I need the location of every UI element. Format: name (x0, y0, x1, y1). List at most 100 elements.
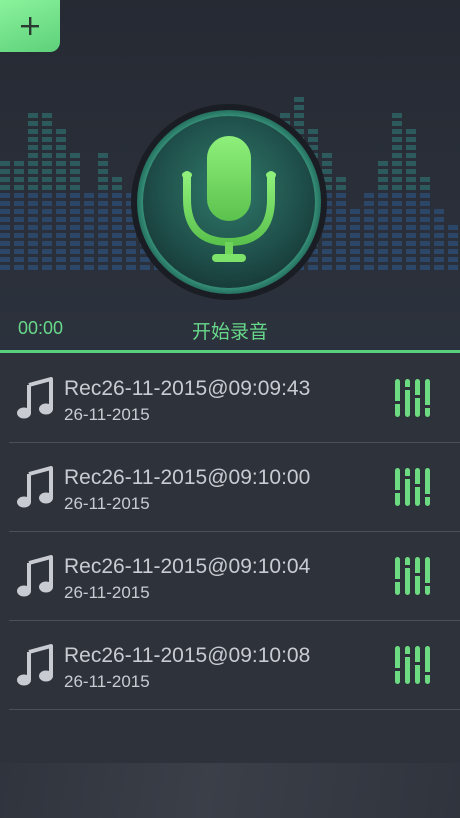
equalizer-segment (56, 145, 66, 150)
equalizer-segment (378, 209, 388, 214)
equalizer-segment (14, 233, 24, 238)
equalizer-segment (42, 169, 52, 174)
equalizer-segment (406, 209, 416, 214)
equalizer-segment (84, 257, 94, 262)
equalizer-segment (42, 201, 52, 206)
equalizer-segment (336, 233, 346, 238)
equalizer-segment (364, 217, 374, 222)
equalizer-segment (336, 225, 346, 230)
equalizer-segment (56, 169, 66, 174)
equalizer-segment (378, 217, 388, 222)
equalizer-segment (112, 201, 122, 206)
equalizer-segment (42, 161, 52, 166)
equalizer-segment (350, 217, 360, 222)
equalizer-segment (350, 257, 360, 262)
start-recording-label[interactable]: 开始录音 (120, 317, 340, 344)
equalizer-segment (434, 233, 444, 238)
equalizer-segment (84, 241, 94, 246)
equalizer-segment (350, 249, 360, 254)
music-note-icon (17, 644, 53, 686)
equalizer-segment (434, 249, 444, 254)
equalizer-segment (294, 97, 304, 102)
equalizer-segment (84, 225, 94, 230)
equalizer-segment (420, 209, 430, 214)
equalizer-segment (448, 241, 458, 246)
equalizer-segment (28, 129, 38, 134)
equalizer-segment (406, 193, 416, 198)
recording-row[interactable]: Rec26-11-2015@09:10:08 26-11-2015 (9, 620, 460, 710)
equalizer-segment (14, 257, 24, 262)
equalizer-segment (56, 249, 66, 254)
equalizer-icon[interactable] (393, 377, 431, 419)
equalizer-segment (84, 217, 94, 222)
recording-row[interactable]: Rec26-11-2015@09:10:00 26-11-2015 (9, 442, 460, 532)
equalizer-segment (420, 185, 430, 190)
equalizer-segment (70, 257, 80, 262)
record-button[interactable] (130, 103, 328, 301)
equalizer-segment (378, 161, 388, 166)
add-button[interactable] (0, 0, 60, 52)
equalizer-segment (420, 201, 430, 206)
microphone-icon (131, 104, 327, 300)
equalizer-segment (336, 201, 346, 206)
recording-row[interactable]: Rec26-11-2015@09:09:43 26-11-2015 (9, 353, 460, 443)
equalizer-icon[interactable] (393, 555, 431, 597)
equalizer-segment (14, 161, 24, 166)
equalizer-segment (28, 241, 38, 246)
equalizer-segment (14, 249, 24, 254)
equalizer-segment (56, 265, 66, 270)
equalizer-segment (28, 217, 38, 222)
equalizer-segment (28, 193, 38, 198)
recording-name: Rec26-11-2015@09:10:08 (64, 644, 311, 667)
equalizer-segment (434, 257, 444, 262)
equalizer-segment (392, 113, 402, 118)
music-note-icon (17, 466, 53, 508)
equalizer-segment (14, 201, 24, 206)
equalizer-segment (364, 209, 374, 214)
equalizer-segment (42, 137, 52, 142)
equalizer-segment (42, 193, 52, 198)
equalizer-segment (420, 177, 430, 182)
recording-row[interactable]: Rec26-11-2015@09:10:04 26-11-2015 (9, 531, 460, 621)
equalizer-segment (0, 265, 10, 270)
equalizer-segment (364, 201, 374, 206)
equalizer-segment (14, 209, 24, 214)
equalizer-segment (420, 225, 430, 230)
equalizer-segment (0, 201, 10, 206)
equalizer-segment (420, 241, 430, 246)
equalizer-segment (28, 169, 38, 174)
equalizer-segment (378, 201, 388, 206)
equalizer-segment (28, 113, 38, 118)
equalizer-segment (406, 185, 416, 190)
equalizer-segment (364, 225, 374, 230)
equalizer-segment (70, 161, 80, 166)
equalizer-segment (0, 249, 10, 254)
equalizer-segment (406, 161, 416, 166)
equalizer-segment (42, 153, 52, 158)
equalizer-segment (112, 257, 122, 262)
equalizer-segment (70, 233, 80, 238)
equalizer-segment (112, 185, 122, 190)
equalizer-segment (392, 209, 402, 214)
equalizer-segment (42, 121, 52, 126)
equalizer-segment (406, 217, 416, 222)
equalizer-segment (98, 249, 108, 254)
equalizer-segment (434, 225, 444, 230)
equalizer-segment (378, 169, 388, 174)
equalizer-icon[interactable] (393, 644, 431, 686)
equalizer-segment (392, 129, 402, 134)
music-note-icon (17, 555, 53, 597)
equalizer-segment (406, 177, 416, 182)
recording-date: 26-11-2015 (64, 672, 150, 691)
equalizer-segment (392, 137, 402, 142)
equalizer-segment (336, 193, 346, 198)
equalizer-segment (28, 201, 38, 206)
equalizer-segment (84, 265, 94, 270)
equalizer-segment (42, 217, 52, 222)
equalizer-segment (98, 177, 108, 182)
equalizer-segment (336, 257, 346, 262)
equalizer-segment (350, 241, 360, 246)
equalizer-segment (392, 201, 402, 206)
recording-list: Rec26-11-2015@09:09:43 26-11-2015 Rec26-… (0, 353, 460, 763)
equalizer-icon[interactable] (393, 466, 431, 508)
